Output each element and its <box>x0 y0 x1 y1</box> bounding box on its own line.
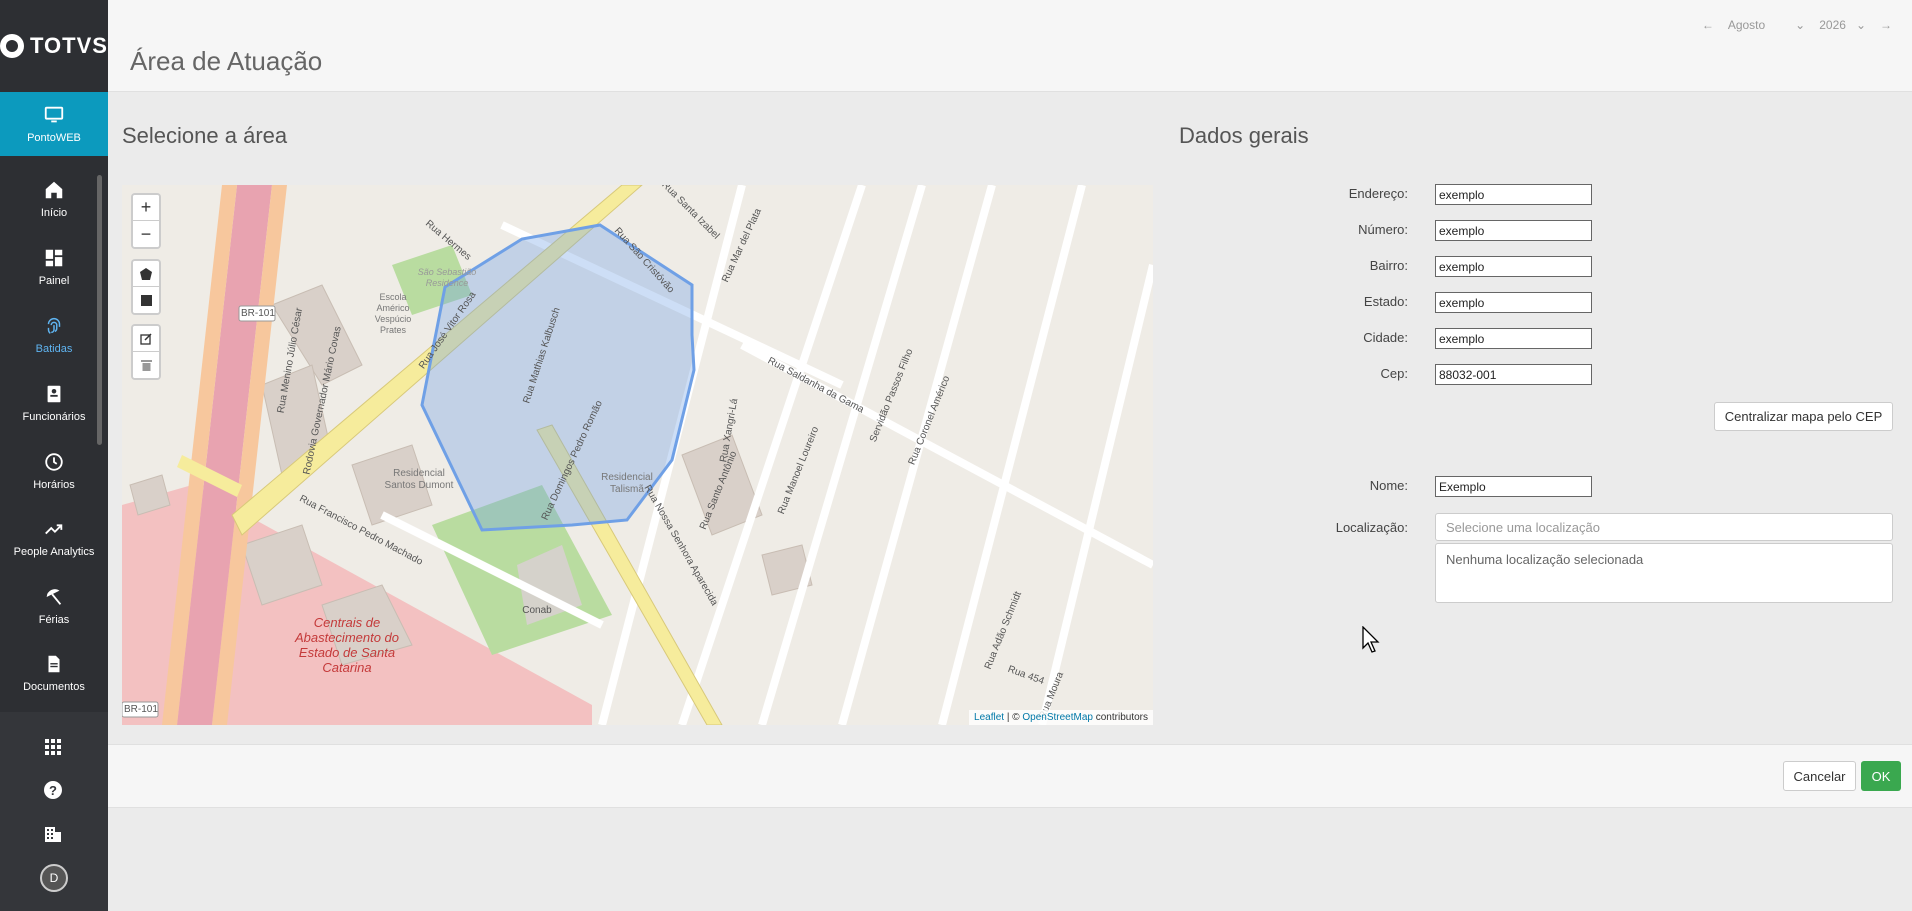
numero-label: Número: <box>1358 222 1408 237</box>
edit-layers-icon[interactable] <box>133 326 159 352</box>
sidebar-item-label: Férias <box>38 614 70 626</box>
sidebar-item-label: Horários <box>33 479 75 491</box>
year-select[interactable]: 2026 ⌄ <box>1819 18 1866 32</box>
endereco-label: Endereço: <box>1348 186 1408 201</box>
sidebar-item-funcionarios[interactable]: Funcionários <box>0 370 108 436</box>
footer-bar <box>108 744 1912 808</box>
trending-icon <box>45 524 63 535</box>
nome-label: Nome: <box>1369 478 1408 493</box>
sidebar-item-label: Painel <box>38 275 70 287</box>
map-label: São Sebastião Residence <box>417 267 477 288</box>
arrow-left-icon[interactable]: ← <box>1702 18 1714 32</box>
cep-label: Cep: <box>1380 366 1408 381</box>
svg-text:?: ? <box>49 783 57 798</box>
totvs-logo[interactable]: TOTVS <box>0 0 108 92</box>
center-map-by-cep-button[interactable]: Centralizar mapa pelo CEP <box>1714 402 1893 431</box>
chevron-down-icon: ⌄ <box>1795 18 1806 32</box>
beach-umbrella-icon <box>46 589 62 605</box>
sidebar-item-documentos[interactable]: Documentos <box>0 640 108 706</box>
chevron-down-icon: ⌄ <box>1855 18 1866 32</box>
badge-icon <box>47 385 61 403</box>
draw-rectangle-icon[interactable] <box>133 287 159 313</box>
map-label: Conab <box>522 605 552 616</box>
map-label: BR-101 <box>241 308 275 319</box>
header: Área de Atuação ← Agosto ⌄ 2026 ⌄ → <box>108 0 1912 92</box>
endereco-field[interactable] <box>1435 184 1592 205</box>
nome-field[interactable] <box>1435 476 1592 497</box>
zoom-out-button[interactable]: − <box>133 221 159 247</box>
map-label: BR-101 <box>124 704 158 715</box>
period-selector: ← Agosto ⌄ 2026 ⌄ → <box>1702 18 1892 32</box>
sidebar-item-label: People Analytics <box>13 546 95 558</box>
localizacao-label: Localização: <box>1335 520 1408 535</box>
map[interactable]: BR-101 BR-101 Rua Hermes Rua São Cristóv… <box>122 185 1153 725</box>
sidebar-item-label: Documentos <box>23 681 85 693</box>
map-label: Residencial Santos Dumont <box>384 468 454 491</box>
estado-field[interactable] <box>1435 292 1592 313</box>
map-label: Residencial Talismã <box>601 472 653 495</box>
bairro-field[interactable] <box>1435 256 1592 277</box>
estado-label: Estado: <box>1363 294 1408 309</box>
home-icon <box>45 181 63 199</box>
cidade-field[interactable] <box>1435 328 1592 349</box>
numero-field[interactable] <box>1435 220 1592 241</box>
arrow-right-icon[interactable]: → <box>1880 18 1892 32</box>
ok-button[interactable]: OK <box>1861 761 1901 791</box>
bairro-label: Bairro: <box>1369 258 1408 273</box>
dashboard-icon <box>45 249 63 267</box>
sidebar-item-label: Batidas <box>35 343 73 355</box>
trash-icon[interactable] <box>133 352 159 378</box>
monitor-icon <box>44 106 64 123</box>
clock-icon <box>45 453 63 471</box>
month-select[interactable]: Agosto ⌄ <box>1728 18 1805 32</box>
openstreetmap-link[interactable]: OpenStreetMap <box>1022 712 1093 723</box>
sidebar-item-label: Funcionários <box>22 411 86 423</box>
fingerprint-icon <box>47 318 61 334</box>
location-selected-list: Nenhuma localização selecionada <box>1435 543 1893 603</box>
location-select[interactable]: Selecione uma localização <box>1435 513 1893 541</box>
sidebar-item-ferias[interactable]: Férias <box>0 573 108 639</box>
sidebar-item-label: Início <box>40 207 68 219</box>
map-label: Centrais de Abastecimento do Estado de S… <box>294 615 400 675</box>
map-label: Escola Américo Vespúcio Prates <box>374 292 412 335</box>
logo-text: TOTVS <box>30 33 108 58</box>
help-icon[interactable]: ? <box>42 779 64 801</box>
cep-field[interactable] <box>1435 364 1592 385</box>
edit-controls <box>131 324 161 380</box>
map-attribution: Leaflet | © OpenStreetMap contributors <box>969 710 1153 725</box>
sidebar-item-inicio[interactable]: Início <box>0 166 108 232</box>
building-icon[interactable] <box>42 823 64 845</box>
cidade-label: Cidade: <box>1363 330 1408 345</box>
draw-polygon-icon[interactable] <box>133 261 159 287</box>
sidebar-item-people-analytics[interactable]: People Analytics <box>0 505 108 571</box>
zoom-controls: + − <box>131 193 161 249</box>
sidebar-item-painel[interactable]: Painel <box>0 234 108 300</box>
page-title: Área de Atuação <box>130 46 323 76</box>
sidebar: TOTVS PontoWEB Início Painel Batidas Fun… <box>0 0 108 911</box>
leaflet-link[interactable]: Leaflet <box>974 712 1004 723</box>
draw-controls <box>131 259 161 315</box>
mouse-cursor-icon <box>1362 626 1380 653</box>
sidebar-item-label: PontoWEB <box>27 132 81 144</box>
sidebar-scrollbar[interactable] <box>97 175 102 445</box>
map-section-title: Selecione a área <box>122 123 288 148</box>
avatar[interactable]: D <box>40 864 68 892</box>
sidebar-item-pontoweb[interactable]: PontoWEB <box>0 92 108 156</box>
apps-grid-icon[interactable] <box>42 736 64 758</box>
zoom-in-button[interactable]: + <box>133 195 159 221</box>
cancel-button[interactable]: Cancelar <box>1783 761 1856 791</box>
form-section-title: Dados gerais <box>1179 123 1309 148</box>
totvs-logo-mark <box>0 34 25 58</box>
sidebar-item-horarios[interactable]: Horários <box>0 438 108 504</box>
sidebar-item-batidas[interactable]: Batidas <box>0 302 108 368</box>
document-icon <box>48 655 60 673</box>
